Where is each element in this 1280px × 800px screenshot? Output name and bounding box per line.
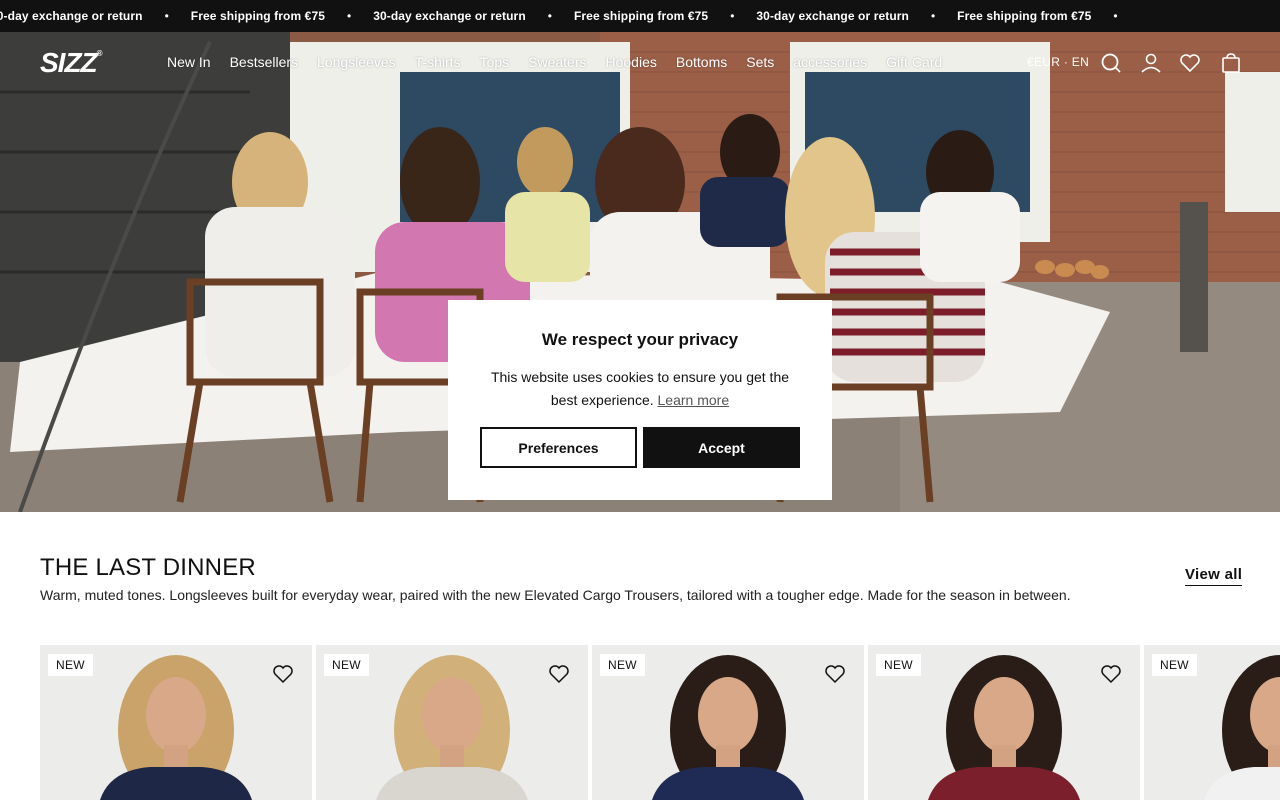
product-card[interactable]: NEW [592,645,864,800]
wishlist-icon[interactable] [1100,663,1122,685]
new-badge: NEW [1152,654,1197,676]
preferences-button[interactable]: Preferences [480,427,637,468]
new-badge: NEW [600,654,645,676]
new-badge: NEW [876,654,921,676]
product-card[interactable]: NEW [868,645,1140,800]
cookie-text: This website uses cookies to ensure you … [490,369,790,408]
learn-more-link[interactable]: Learn more [658,392,730,408]
nav-item-hoodies[interactable]: Hoodies [606,54,657,70]
wishlist-icon[interactable] [272,663,294,685]
nav-item-gift-card[interactable]: Gift Card [886,54,942,70]
announcement-separator: • [1113,9,1118,23]
collection-description: Warm, muted tones. Longsleeves built for… [40,587,1071,603]
announcement-item: 30-day exchange or return [373,9,526,23]
cookie-title: We respect your privacy [541,330,739,349]
announcement-separator: • [547,9,552,23]
cookie-consent-dialog: We respect your privacy This website use… [448,300,832,500]
nav-item-t-shirts[interactable]: T-shirts [415,54,461,70]
announcement-item: Free shipping from €75 [957,9,1092,23]
announcement-bar: 30-day exchange or return • Free shipping … [0,0,1280,32]
product-card[interactable]: NEW [1144,645,1280,800]
product-carousel: NEW NEW NEW NEW NEW [40,645,1280,800]
collection-title: THE LAST DINNER [40,554,256,581]
new-badge: NEW [48,654,93,676]
nav-item-sweaters[interactable]: Sweaters [528,54,586,70]
accept-button[interactable]: Accept [643,427,800,468]
account-icon[interactable] [1140,52,1162,74]
nav-item-new-in[interactable]: New In [167,54,211,70]
announcement-separator: • [930,9,936,23]
locale-selector[interactable]: €EUR · EN [1027,55,1089,69]
wishlist-icon[interactable] [548,663,570,685]
announcement-item: 30-day exchange or return [0,9,143,23]
announcement-item: Free shipping from €75 [573,9,709,23]
logo-text: SIZZ [40,47,98,78]
announcement-track: 30-day exchange or return • Free shipping … [0,0,1140,32]
product-card[interactable]: NEW [40,645,312,800]
wishlist-icon[interactable] [1179,52,1201,74]
cookie-message: This website uses cookies to ensure you … [484,366,796,412]
announcement-item: 30-day exchange or return [756,9,909,23]
announcement-item: Free shipping from €75 [190,9,325,23]
announcement-separator: • [347,9,352,23]
new-badge: NEW [324,654,369,676]
main-nav: New In Bestsellers Longsleeves T-shirts Tops… [167,54,961,70]
announcement-separator: • [730,9,735,23]
nav-item-accessories[interactable]: accessories [793,54,867,70]
nav-item-sets[interactable]: Sets [746,54,774,70]
nav-item-bestsellers[interactable]: Bestsellers [230,54,298,70]
cart-icon[interactable] [1220,52,1242,74]
search-icon[interactable] [1100,52,1122,74]
nav-item-tops[interactable]: Tops [480,54,510,70]
wishlist-icon[interactable] [824,663,846,685]
nav-item-longsleeves[interactable]: Longsleeves [317,54,396,70]
announcement-separator: • [164,9,169,23]
nav-item-bottoms[interactable]: Bottoms [676,54,727,70]
site-header: SIZZ® New In Bestsellers Longsleeves T-shir… [0,32,1280,92]
logo-registered-mark: ® [96,49,103,58]
site-logo[interactable]: SIZZ® [40,47,103,79]
product-card[interactable]: NEW [316,645,588,800]
view-all-link[interactable]: View all [1185,566,1243,586]
